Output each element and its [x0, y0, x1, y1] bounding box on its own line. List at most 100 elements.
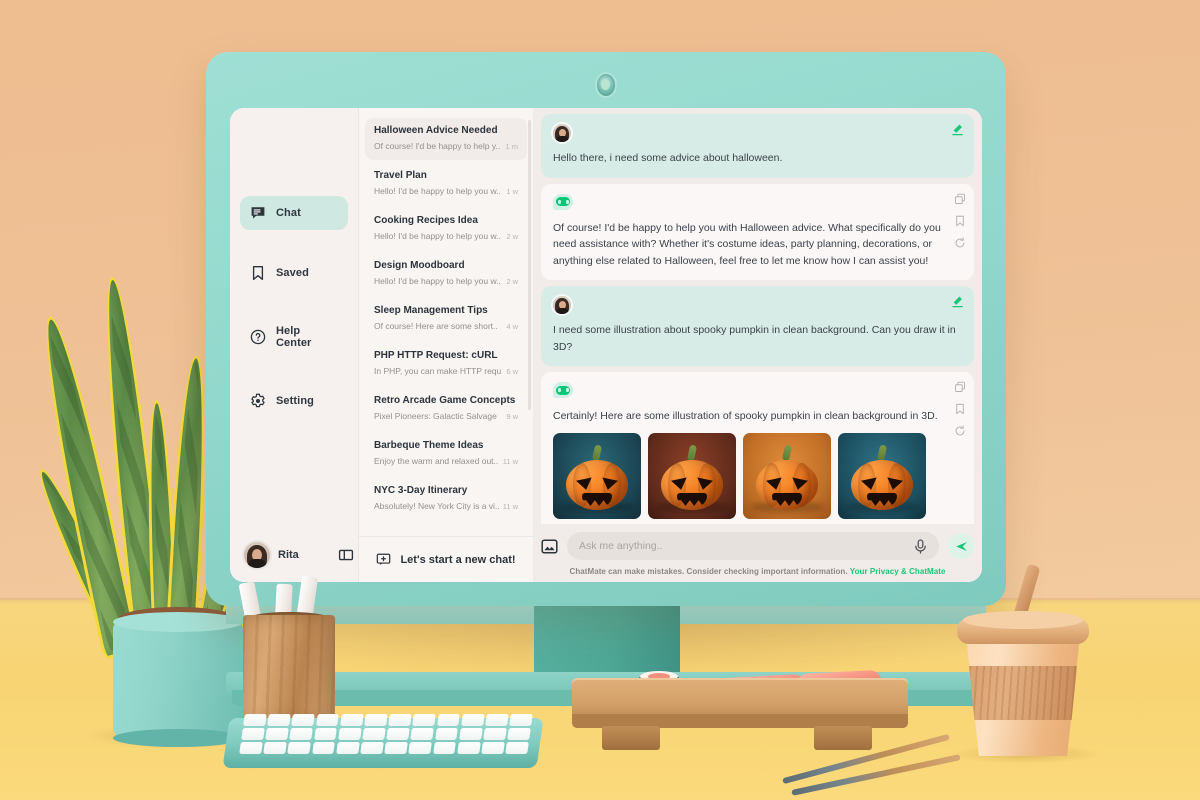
generated-image-grid [553, 433, 962, 520]
conversation-snippet: Pixel Pioneers: Galactic Salvage [374, 411, 497, 421]
conversation-title: Barbeque Theme Ideas [374, 440, 484, 451]
image-upload-icon[interactable] [541, 538, 558, 555]
list-item[interactable]: Halloween Advice Needed Of course! I'd b… [365, 118, 527, 160]
conversation-time: 1 m [505, 142, 518, 151]
generated-image[interactable] [648, 433, 736, 520]
conversation-snippet: Enjoy the warm and relaxed out.. [374, 456, 499, 466]
sushi-board [560, 669, 920, 768]
message-user: Hello there, i need some advice about ha… [541, 114, 974, 178]
avatar [244, 542, 270, 568]
list-item[interactable]: Travel Plan Hello! I'd be happy to help … [365, 163, 527, 205]
sidebar-item-label: Setting [276, 395, 314, 407]
conversation-title: Sleep Management Tips [374, 305, 488, 316]
send-button[interactable] [948, 533, 974, 559]
message-actions [954, 381, 966, 437]
conversation-title: Design Moodboard [374, 260, 465, 271]
message-bot: Certainly! Here are some illustration of… [541, 372, 974, 524]
list-item[interactable]: Retro Arcade Game Concepts Pixel Pioneer… [365, 388, 527, 430]
conversation-snippet: Absolutely! New York City is a vi.. [374, 501, 499, 511]
bookmark-icon[interactable] [954, 215, 966, 227]
conversation-snippet: Hello! I'd be happy to help you w.. [374, 186, 501, 196]
conversation-time: 1 w [506, 187, 518, 196]
search-input[interactable]: Ask me anything.. [579, 540, 906, 552]
conversation-snippet: Of course! I'd be happy to help y.. [374, 141, 501, 151]
panel-collapse-icon[interactable] [338, 547, 354, 563]
app-screen: Chat Saved Help Center Setting Rita Hall… [230, 108, 982, 582]
new-chat-button[interactable]: Let's start a new chat! [359, 536, 533, 582]
list-item[interactable]: NYC 3-Day Itinerary Absolutely! New York… [365, 478, 527, 520]
conversation-time: 4 w [506, 322, 518, 331]
cutting-board-top [572, 678, 908, 718]
user-profile[interactable]: Rita [244, 542, 354, 568]
bookmark-icon [250, 265, 266, 281]
generated-image[interactable] [743, 433, 831, 520]
sidebar-item-setting[interactable]: Setting [240, 384, 348, 418]
conversation-time: 11 w [502, 502, 518, 511]
conversation-title: Travel Plan [374, 170, 427, 181]
chat-main: Hello there, i need some advice about ha… [533, 108, 982, 582]
coffee-cup [951, 563, 1101, 766]
conversation-list-scroll[interactable]: Halloween Advice Needed Of course! I'd b… [359, 108, 533, 536]
coffee-cup-sleeve [969, 666, 1077, 720]
message-text: I need some illustration about spooky pu… [553, 324, 956, 353]
conversation-time: 2 w [506, 232, 518, 241]
privacy-link[interactable]: Your Privacy & ChatMate [850, 567, 946, 576]
question-circle-icon [250, 329, 266, 345]
microphone-icon[interactable] [914, 538, 927, 554]
message-thread: Hello there, i need some advice about ha… [541, 114, 974, 524]
avatar [553, 124, 571, 142]
composer: Ask me anything.. ChatMate can make mist… [541, 524, 974, 582]
message-text: Hello there, i need some advice about ha… [553, 152, 783, 164]
cutting-board-leg [814, 726, 872, 750]
chat-icon [250, 205, 266, 221]
copy-icon[interactable] [954, 381, 966, 393]
desk-scene: Chat Saved Help Center Setting Rita Hall… [0, 0, 1200, 800]
list-item[interactable]: Design Moodboard Hello! I'd be happy to … [365, 253, 527, 295]
monitor-neck [534, 604, 680, 676]
cutting-board-leg [602, 726, 660, 750]
disclaimer-label: ChatMate can make mistakes. Consider che… [569, 567, 848, 576]
list-item[interactable]: PHP HTTP Request: cURL In PHP, you can m… [365, 343, 527, 385]
sidebar-item-help-center[interactable]: Help Center [240, 316, 348, 358]
conversation-snippet: Of course! Here are some short.. [374, 321, 498, 331]
message-text: Of course! I'd be happy to help you with… [553, 221, 941, 267]
conversation-title: NYC 3-Day Itinerary [374, 485, 468, 496]
sidebar-item-label: Chat [276, 207, 301, 219]
coffee-cup-lid [957, 611, 1089, 644]
generated-image[interactable] [838, 433, 926, 520]
keyboard-keys [239, 714, 533, 754]
regenerate-icon[interactable] [954, 237, 966, 249]
message-user: I need some illustration about spooky pu… [541, 286, 974, 367]
bot-avatar-icon [553, 382, 573, 399]
bot-avatar-icon [553, 193, 573, 210]
conversation-snippet: Hello! I'd be happy to help you w.. [374, 276, 501, 286]
gear-icon [250, 393, 266, 409]
generated-image[interactable] [553, 433, 641, 520]
list-item[interactable]: Sleep Management Tips Of course! Here ar… [365, 298, 527, 340]
sidebar: Chat Saved Help Center Setting Rita [230, 108, 358, 582]
list-item[interactable]: Cooking Recipes Idea Hello! I'd be happy… [365, 208, 527, 250]
conversation-snippet: Hello! I'd be happy to help you w.. [374, 231, 501, 241]
edit-icon[interactable] [951, 295, 964, 308]
list-item[interactable]: Barbeque Theme Ideas Enjoy the warm and … [365, 433, 527, 475]
copy-icon[interactable] [954, 193, 966, 205]
conversation-snippet: In PHP, you can make HTTP requ.. [374, 366, 503, 376]
keyboard [222, 700, 544, 772]
regenerate-icon[interactable] [954, 425, 966, 437]
sidebar-item-saved[interactable]: Saved [240, 256, 348, 290]
avatar [553, 296, 571, 315]
edit-icon[interactable] [951, 123, 964, 136]
sidebar-item-chat[interactable]: Chat [240, 196, 348, 230]
conversation-list-scrollbar[interactable] [528, 120, 531, 410]
conversation-time: 11 w [502, 457, 518, 466]
sidebar-item-label: Saved [276, 267, 309, 279]
bookmark-icon[interactable] [954, 403, 966, 415]
message-text: Certainly! Here are some illustration of… [553, 410, 938, 423]
conversation-title: PHP HTTP Request: cURL [374, 350, 498, 361]
new-chat-label: Let's start a new chat! [400, 553, 516, 566]
message-input-wrapper[interactable]: Ask me anything.. [567, 532, 939, 560]
conversation-list: Halloween Advice Needed Of course! I'd b… [358, 108, 533, 582]
conversation-time: 6 w [506, 367, 518, 376]
profile-name: Rita [278, 549, 299, 561]
message-bot: Of course! I'd be happy to help you with… [541, 183, 974, 281]
